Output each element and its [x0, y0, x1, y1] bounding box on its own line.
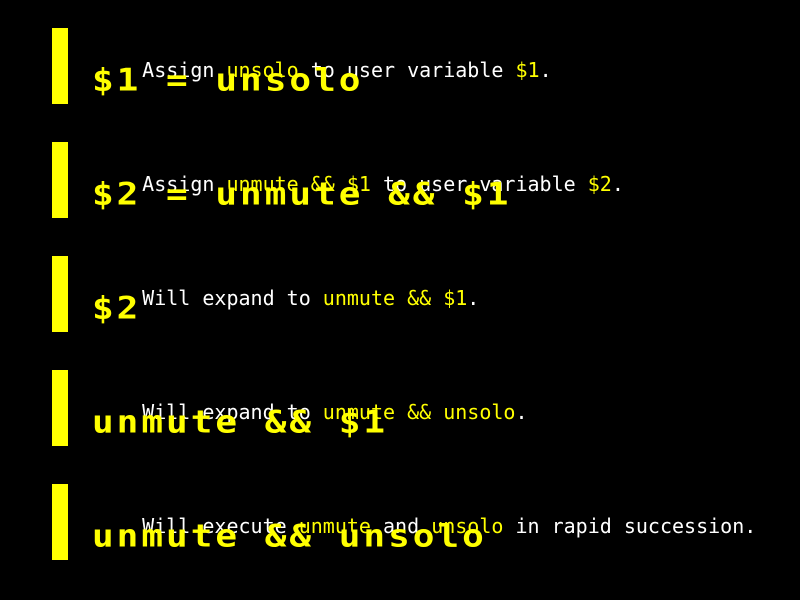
- step-description: Assign unmute && $1 to user variable $2.: [94, 142, 624, 196]
- step-4: Will expand to unmute && unsolo. unmute …: [0, 370, 800, 458]
- step-description: Will expand to unmute && $1.: [94, 256, 479, 310]
- desc-highlight: $2: [587, 172, 612, 196]
- desc-text: Will expand to: [142, 286, 323, 310]
- step-marker-bar: [52, 28, 68, 104]
- step-command: $1 = unsolo: [92, 62, 364, 99]
- step-5: Will execute unmute and unsolo in rapid …: [0, 484, 800, 572]
- step-1: Assign unsolo to user variable $1. $1 = …: [0, 28, 800, 116]
- step-description: Assign unsolo to user variable $1.: [94, 28, 551, 82]
- step-command: unmute && unsolo: [92, 518, 487, 555]
- step-marker-bar: [52, 370, 68, 446]
- step-3: Will expand to unmute && $1. $2: [0, 256, 800, 344]
- desc-text: .: [467, 286, 480, 310]
- desc-highlight: unmute && $1: [322, 286, 468, 310]
- step-marker-bar: [52, 256, 68, 332]
- desc-text: in rapid succession.: [503, 514, 757, 538]
- step-description: Will expand to unmute && unsolo.: [94, 370, 527, 424]
- step-command: $2 = unmute && $1: [92, 176, 512, 213]
- step-2: Assign unmute && $1 to user variable $2.…: [0, 142, 800, 230]
- step-command: $2: [92, 290, 142, 327]
- desc-text: .: [611, 172, 624, 196]
- step-marker-bar: [52, 142, 68, 218]
- step-command: unmute && $1: [92, 404, 389, 441]
- desc-text: .: [515, 400, 528, 424]
- desc-text: .: [539, 58, 552, 82]
- step-description: Will execute unmute and unsolo in rapid …: [94, 484, 756, 538]
- step-marker-bar: [52, 484, 68, 560]
- desc-highlight: $1: [515, 58, 540, 82]
